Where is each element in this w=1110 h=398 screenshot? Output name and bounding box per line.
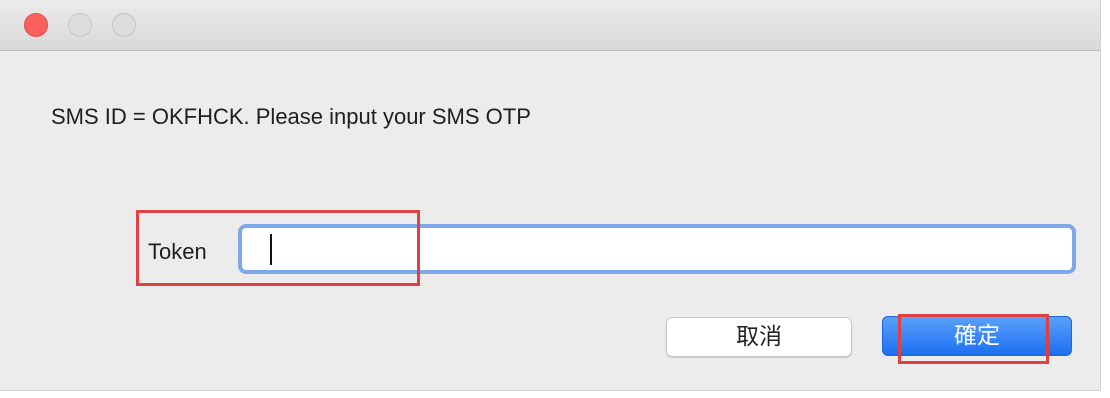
- close-icon[interactable]: [24, 13, 48, 37]
- title-bar: [0, 0, 1100, 51]
- maximize-icon[interactable]: [112, 13, 136, 37]
- token-highlight-box: [136, 210, 420, 286]
- cancel-button[interactable]: 取消: [666, 317, 852, 357]
- minimize-icon[interactable]: [68, 13, 92, 37]
- sms-prompt-message: SMS ID = OKFHCK. Please input your SMS O…: [51, 104, 531, 129]
- ok-button-highlight-box: [898, 314, 1049, 364]
